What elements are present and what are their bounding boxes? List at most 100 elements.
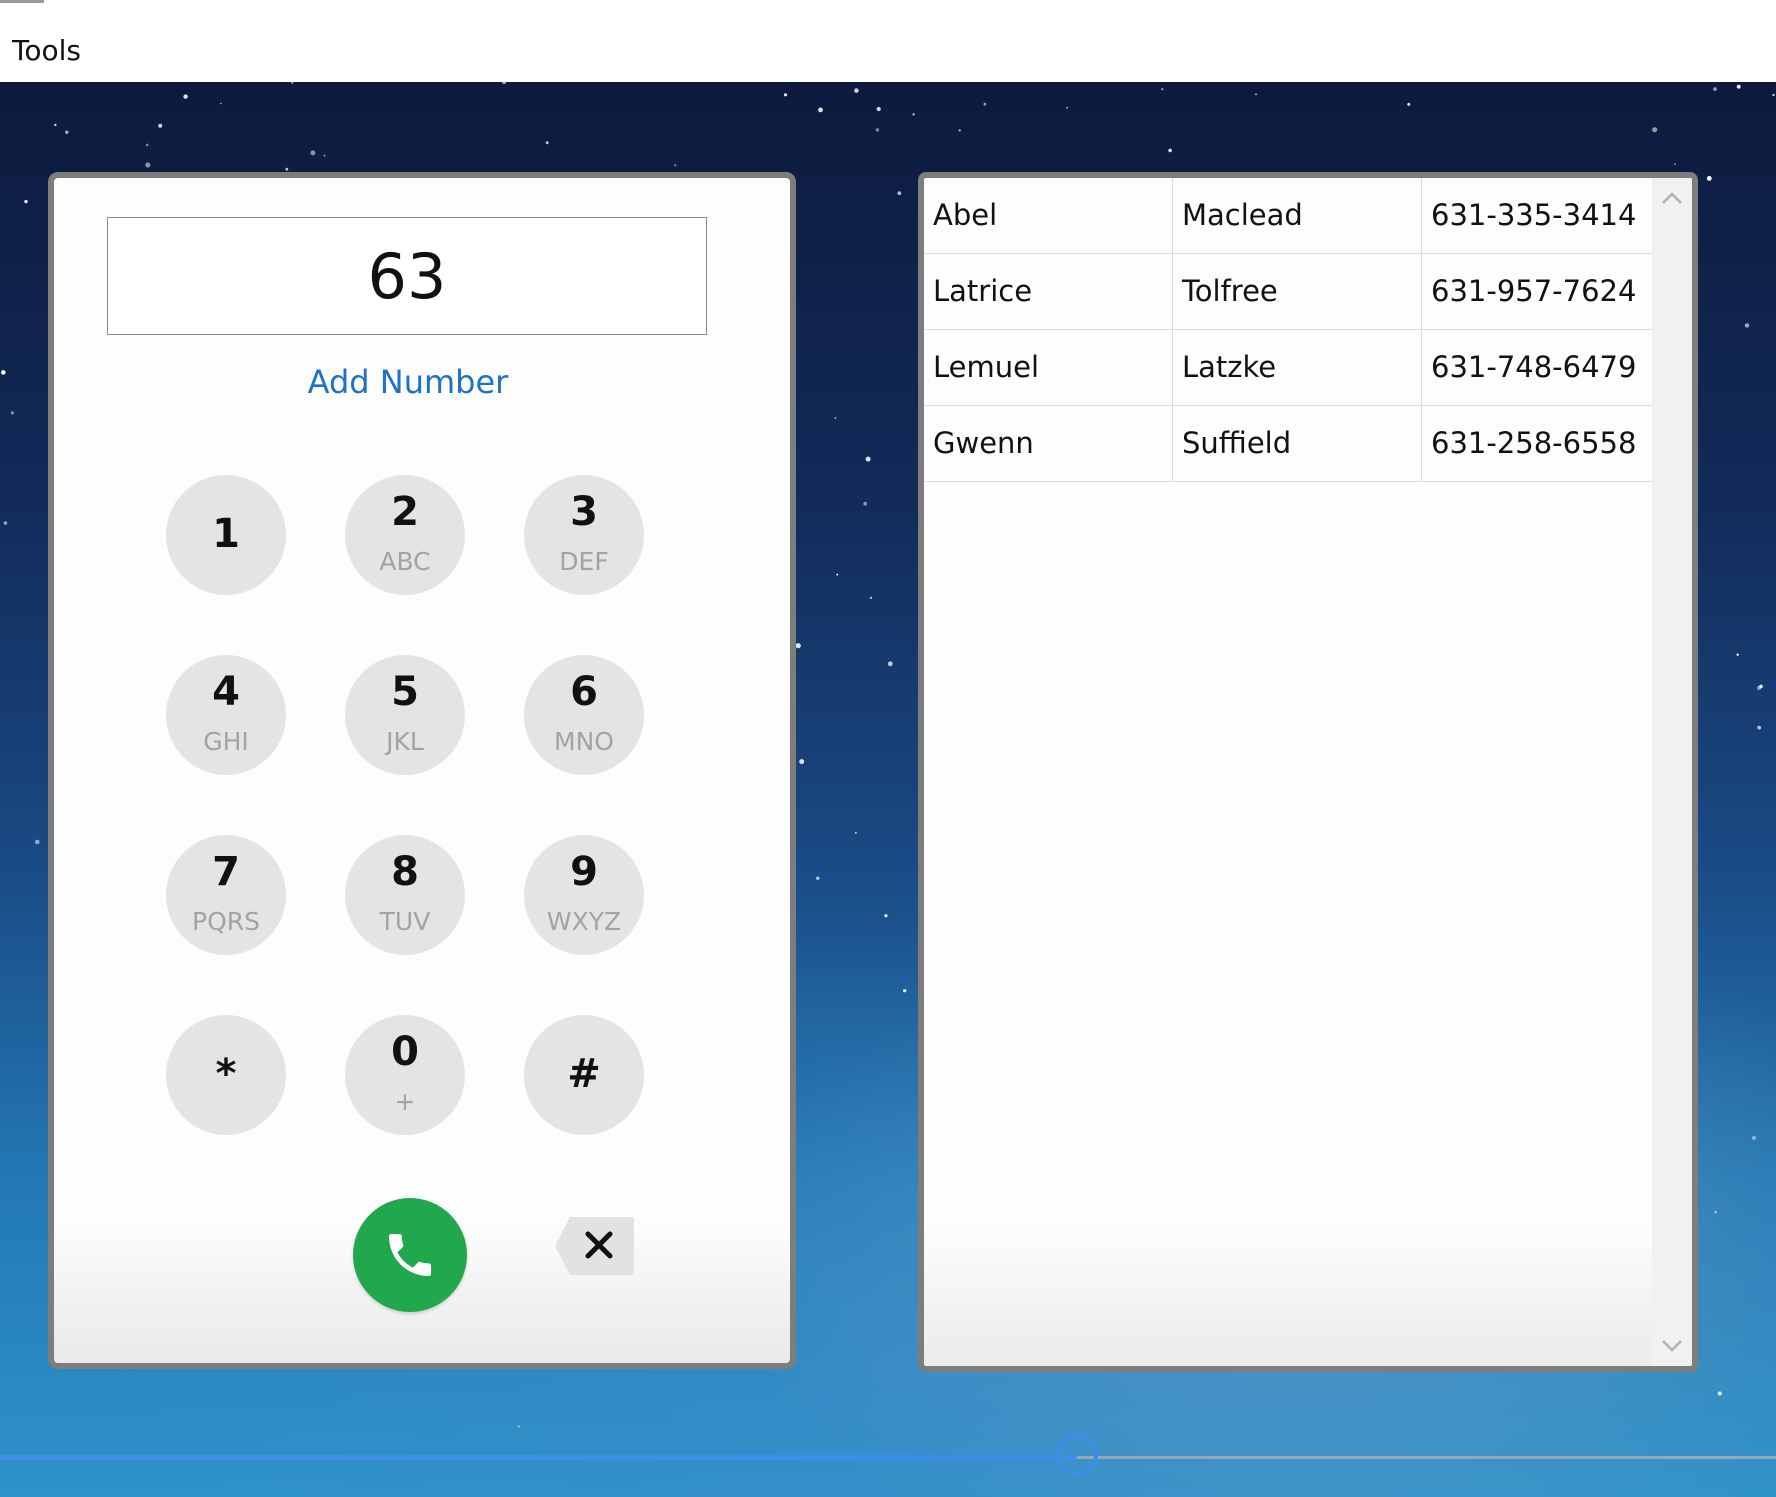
first-name-cell: Lemuel (924, 330, 1173, 405)
star (65, 130, 69, 134)
star (1706, 176, 1712, 181)
table-row[interactable]: Lemuel Latzke 631-748-6479 (924, 330, 1652, 406)
dial-key-letters: TUV (379, 907, 431, 936)
star (291, 82, 294, 84)
star (875, 128, 880, 132)
first-name-cell: Abel (924, 178, 1173, 253)
dial-key-digit: 8 (391, 849, 419, 895)
dial-key-digit: 6 (570, 669, 598, 715)
last-name-cell: Tolfree (1173, 254, 1422, 329)
add-number-link[interactable]: Add Number (54, 363, 762, 401)
star (310, 150, 316, 156)
dial-key-letters: MNO (554, 727, 614, 756)
dial-key[interactable]: 6 MNO (524, 655, 644, 775)
table-row[interactable]: Gwenn Suffield 631-258-6558 (924, 406, 1652, 482)
star (783, 93, 788, 97)
dial-key[interactable]: 1 (166, 475, 286, 595)
star (887, 661, 893, 667)
dial-key-letters: JKL (386, 727, 424, 756)
dial-key[interactable]: * (166, 1015, 286, 1135)
slider[interactable] (0, 1434, 1776, 1482)
star (1, 370, 6, 375)
dialer-panel: 63 Add Number 1 2 ABC 3 DEF 4 GHI 5 JKL 6 MNO 7 PQRS… (48, 172, 796, 1369)
vertical-scrollbar[interactable] (1652, 178, 1692, 1366)
dial-key-digit: 5 (391, 669, 419, 715)
dial-key[interactable]: 8 TUV (345, 835, 465, 955)
star (1652, 127, 1658, 133)
dial-key[interactable]: 2 ABC (345, 475, 465, 595)
star (674, 164, 677, 167)
number-display[interactable]: 63 (107, 217, 707, 335)
dial-key[interactable]: 0 + (345, 1015, 465, 1135)
wallpaper-background: 63 Add Number 1 2 ABC 3 DEF 4 GHI 5 JKL 6 MNO 7 PQRS… (0, 82, 1776, 1497)
star (903, 989, 907, 993)
star (1744, 323, 1750, 328)
dial-key-letters: GHI (203, 727, 249, 756)
star (1717, 1391, 1722, 1396)
star (818, 107, 823, 113)
star (816, 876, 820, 880)
dial-key-letters: WXYZ (546, 907, 622, 936)
star (545, 141, 549, 145)
star (897, 191, 902, 196)
star (912, 113, 915, 116)
star (855, 832, 857, 834)
star (158, 123, 163, 128)
dial-key-letters: PQRS (192, 907, 260, 936)
dial-key-digit: * (215, 1051, 237, 1097)
last-name-cell: Suffield (1173, 406, 1422, 481)
dial-key[interactable]: 7 PQRS (166, 835, 286, 955)
star (1736, 84, 1741, 89)
star (517, 1425, 520, 1428)
star (795, 643, 801, 649)
star (869, 596, 873, 599)
dial-key-digit: 4 (212, 669, 240, 715)
star (1066, 106, 1068, 109)
dial-key-letters: ABC (379, 547, 431, 576)
contacts-panel: Abel Maclead 631-335-3414 Latrice Tolfre… (918, 172, 1698, 1372)
star (958, 129, 961, 132)
star (24, 199, 28, 204)
star (1168, 148, 1172, 153)
star (323, 154, 326, 157)
dial-key[interactable]: # (524, 1015, 644, 1135)
backspace-icon (555, 1217, 634, 1275)
dial-key[interactable]: 9 WXYZ (524, 835, 644, 955)
scroll-down-button[interactable] (1652, 1326, 1692, 1366)
star (285, 167, 289, 171)
star (3, 521, 8, 525)
slider-fill (0, 1455, 1077, 1460)
star (1751, 1135, 1757, 1140)
star (54, 123, 57, 127)
dial-key[interactable]: 4 GHI (166, 655, 286, 775)
star (884, 914, 888, 918)
slider-thumb[interactable] (1056, 1434, 1098, 1476)
phone-cell: 631-258-6558 (1431, 426, 1637, 460)
first-name-cell: Gwenn (924, 406, 1173, 481)
backspace-button[interactable] (554, 1215, 636, 1277)
table-row[interactable]: Latrice Tolfree 631-957-7624 (924, 254, 1652, 330)
dial-key-digit: 7 (212, 849, 240, 895)
star (983, 102, 987, 106)
contacts-table: Abel Maclead 631-335-3414 Latrice Tolfre… (924, 178, 1652, 482)
last-name-cell: Latzke (1173, 330, 1422, 405)
star (863, 501, 868, 506)
table-row[interactable]: Abel Maclead 631-335-3414 (924, 178, 1652, 254)
star (1772, 93, 1775, 97)
dial-key[interactable]: 5 JKL (345, 655, 465, 775)
phone-cell: 631-748-6479 (1431, 350, 1637, 384)
menu-tools[interactable]: Tools (12, 34, 81, 67)
dial-key-digit: # (567, 1051, 601, 1097)
dial-key-digit: 0 (391, 1029, 419, 1075)
phone-cell: 631-957-7624 (1431, 274, 1637, 308)
star (854, 88, 859, 93)
star (1161, 88, 1164, 91)
star (1255, 93, 1257, 96)
dial-key-digit: 2 (391, 489, 419, 535)
dial-key-digit: 3 (570, 489, 598, 535)
dial-key[interactable]: 3 DEF (524, 475, 644, 595)
star (1674, 163, 1676, 166)
star (35, 839, 40, 845)
scroll-up-button[interactable] (1652, 178, 1692, 218)
call-button[interactable] (353, 1198, 467, 1312)
